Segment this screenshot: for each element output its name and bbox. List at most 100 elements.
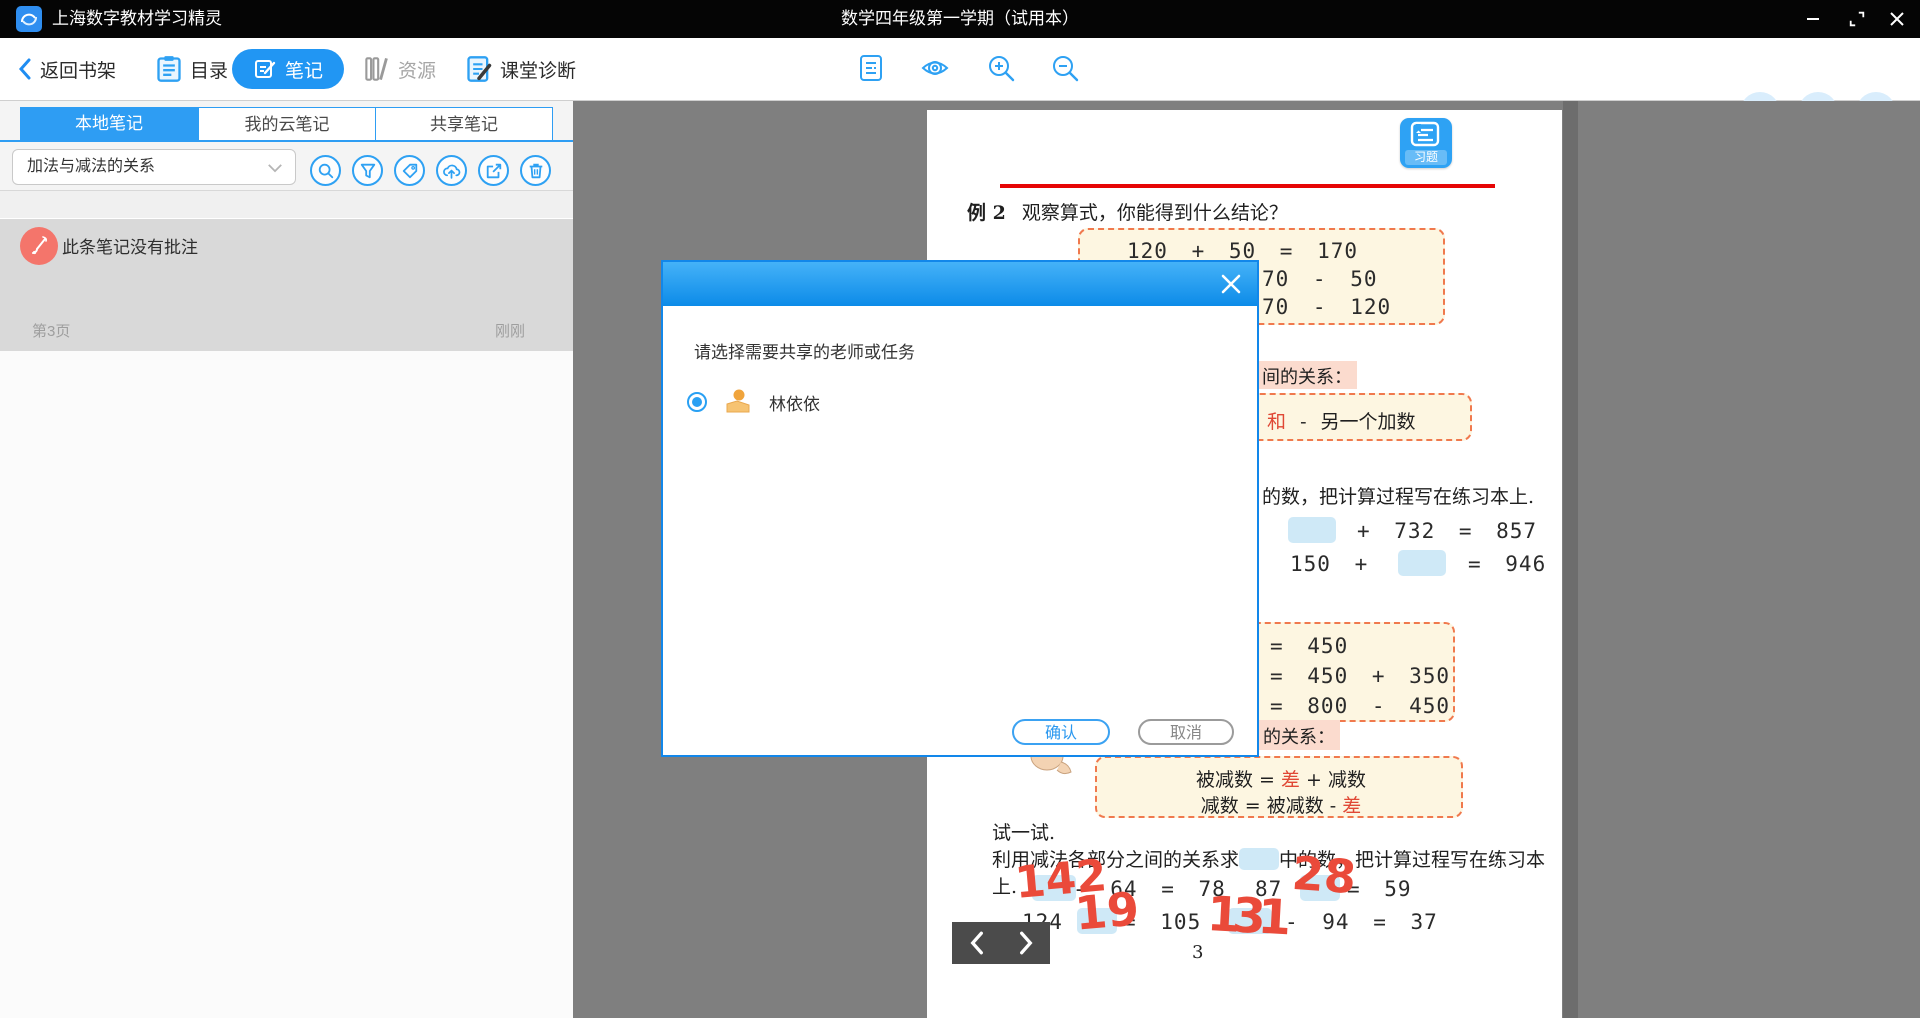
tab-label: 我的云笔记 [245,115,330,134]
chevron-left-icon [18,57,32,81]
notes-sidebar: 本地笔记 我的云笔记 共享笔记 加法与减法的关系 [0,101,573,1018]
equation-line: = 450 [1270,634,1348,658]
tag-icon [401,162,419,180]
equation-line: 70 - 50 [1262,267,1378,291]
handwritten-answer: 131 [1206,890,1285,942]
rule-red-term: 差 [1281,769,1300,791]
example-number: 例 2 [967,202,1006,224]
maximize-button[interactable] [1844,7,1870,31]
search-notes-button[interactable] [310,155,341,186]
inline-blank [1239,848,1279,870]
answer-blank [1398,550,1446,576]
note-text: 此条笔记没有批注 [62,233,198,258]
filter-icon [359,162,377,180]
teacher-option-row[interactable]: 林依依 [687,386,820,418]
fill-equation-2-pre: 150 + [1290,552,1368,576]
trash-icon [527,162,545,180]
maximize-icon [1848,10,1866,28]
diagnosis-icon [466,55,492,83]
note-timestamp: 刚刚 [495,320,525,341]
spacer [0,191,573,218]
vertical-scrollbar[interactable] [1563,101,1578,1018]
radio-selected[interactable] [687,392,707,412]
rule-red-term: 和 [1267,411,1286,433]
note-list-item[interactable]: 此条笔记没有批注 第3页 刚刚 [0,218,573,351]
eye-button[interactable] [920,53,950,83]
share-dialog-header [663,262,1257,306]
app-window: 上海数字教材学习精灵 数学四年级第一学期（试用本） 返回书架 [0,0,1920,1018]
zoom-in-button[interactable] [986,53,1016,83]
note-marker-icon [20,227,58,265]
next-page-button[interactable] [1011,928,1041,958]
page-preview-button[interactable] [856,53,886,83]
rule-red-term: 差 [1342,795,1361,817]
diagnosis-button[interactable]: 课堂诊断 [466,38,576,100]
toc-icon [156,55,182,83]
rule-text: + 减数 [1300,769,1366,791]
dialog-close-button[interactable] [1219,272,1243,296]
tab-local-notes[interactable]: 本地笔记 [20,107,198,140]
back-to-bookshelf-button[interactable]: 返回书架 [18,38,116,100]
chapter-filter-value: 加法与减法的关系 [27,150,155,184]
upload-notes-button[interactable] [436,155,467,186]
cloud-upload-icon [442,162,461,180]
tab-cloud-notes[interactable]: 我的云笔记 [198,107,376,140]
tag-notes-button[interactable] [394,155,425,186]
example-heading: 例 2 观察算式，你能得到什么结论？ [967,198,1288,225]
handwritten-answer: 19 [1073,885,1141,936]
window-title: 数学四年级第一学期（试用本） [0,0,1920,38]
toc-button[interactable]: 目录 [156,38,228,100]
close-icon [1889,11,1905,27]
cancel-button[interactable]: 取消 [1138,719,1234,745]
rule-box-subtraction: 被减数 = 差 + 减数 减数 = 被减数 - 差 [1095,756,1463,818]
note-page-ref: 第3页 [32,320,70,341]
equation-line: 70 - 120 [1262,295,1391,319]
rule-line: 被减数 = 差 + 减数 [1097,765,1465,792]
search-icon [317,162,335,180]
toolbar: 返回书架 目录 笔记 资源 [0,38,1920,101]
diagnosis-label: 课堂诊断 [500,56,576,83]
zoom-out-button[interactable] [1050,53,1080,83]
practice-eq-2-post: = 59 [1347,877,1412,901]
share-notes-button[interactable] [478,155,509,186]
filter-notes-button[interactable] [352,155,383,186]
tab-label: 共享笔记 [430,115,498,134]
minimize-button[interactable] [1800,7,1826,31]
share-export-icon [485,162,503,180]
fill-equation-2-post: = 946 [1468,552,1546,576]
red-underline [1000,184,1495,188]
resources-label: 资源 [398,56,436,83]
relation-text: 间的关系： [1262,363,1352,389]
resources-icon [364,56,390,82]
chapter-filter-dropdown[interactable]: 加法与减法的关系 [12,149,296,185]
exercise-badge-icon [1410,120,1442,148]
resources-button[interactable]: 资源 [364,38,436,100]
rule-rest: - 另一个加数 [1300,411,1415,433]
try-it-label: 试一试. [992,818,1055,845]
exercise-badge[interactable]: 习题 [1400,118,1452,168]
notes-tab-button[interactable]: 笔记 [232,49,344,89]
handwritten-answer: 28 [1290,850,1357,900]
page-navigation [952,922,1050,964]
equation-line: = 450 + 350 [1270,664,1450,688]
highlight-relation-1: 间的关系： [1257,361,1357,389]
chevron-right-icon [1015,930,1037,956]
tab-shared-notes[interactable]: 共享笔记 [376,107,553,140]
chevron-down-icon [267,163,283,173]
confirm-button[interactable]: 确认 [1012,719,1110,745]
rule-line: 减数 = 被减数 - 差 [1097,791,1465,818]
highlight-relation-2: 的关系： [1258,720,1340,750]
answer-blank [1288,517,1336,543]
chevron-left-icon [966,930,988,956]
toc-label: 目录 [190,56,228,83]
back-label: 返回书架 [40,56,116,83]
example-question: 观察算式，你能得到什么结论？ [1022,202,1288,224]
close-button[interactable] [1884,7,1910,31]
fill-instruction: 的数，把计算过程写在练习本上. [1262,482,1534,509]
share-dialog-title: 请选择需要共享的老师或任务 [694,338,915,363]
minimize-icon [1806,12,1820,26]
delete-notes-button[interactable] [520,155,551,186]
prev-page-button[interactable] [962,928,992,958]
teacher-avatar-icon [723,388,753,416]
tab-label: 本地笔记 [75,114,143,133]
